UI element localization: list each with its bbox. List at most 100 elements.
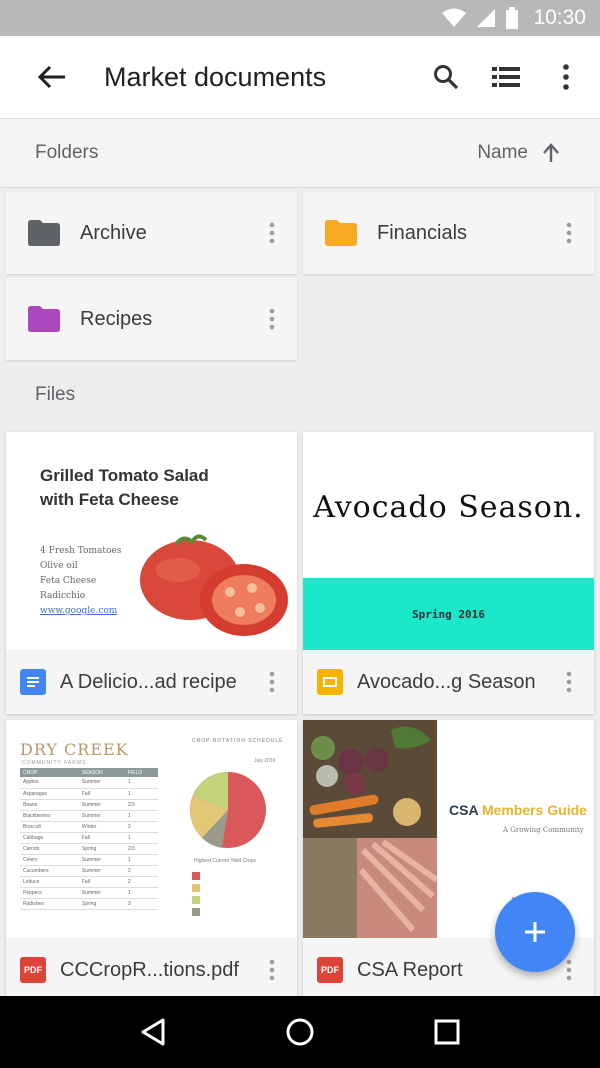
crop-table-cell: Spring	[78, 898, 125, 910]
crop-table-cell: 3	[124, 898, 158, 910]
crop-table-row: Asparagus Fall 1	[20, 788, 158, 800]
folder-more-button[interactable]	[257, 299, 287, 339]
file-more-button[interactable]	[554, 662, 584, 702]
file-thumbnail: Avocado Season. Spring 2016	[303, 432, 594, 650]
folder-icon	[28, 220, 60, 246]
add-fab[interactable]	[495, 892, 575, 972]
add-icon	[525, 922, 545, 942]
file-more-button[interactable]	[257, 950, 287, 990]
folder-name: Archive	[80, 221, 147, 244]
crop-table-row: Lettuce Fall 2	[20, 876, 158, 888]
tomato-illustration	[140, 534, 288, 636]
search-button[interactable]	[424, 55, 468, 99]
app-bar: Market documents	[0, 36, 600, 118]
crop-table-cell: Fall	[78, 876, 125, 888]
crop-table-row: Broccoli Winter 3	[20, 821, 158, 833]
crop-table-header: CROP	[20, 768, 79, 777]
crop-table-cell: Summer	[78, 799, 125, 811]
crop-table-cell: Summer	[78, 887, 125, 899]
file-meta: Avocado...g Season	[303, 650, 594, 714]
file-card-recipe[interactable]: Grilled Tomato Salad with Feta Cheese 4 …	[6, 432, 297, 714]
crop-pie-chart	[190, 772, 266, 848]
folders-section-label: Folders	[35, 142, 99, 163]
back-button[interactable]	[32, 57, 72, 97]
crop-table-row: Beans Summer 2/3	[20, 799, 158, 811]
battery-icon	[506, 7, 519, 29]
search-icon	[434, 65, 459, 90]
file-meta: A Delicio...ad recipe	[6, 650, 297, 714]
crop-table-cell: Summer	[78, 865, 125, 877]
crop-table-header: SEASON	[78, 768, 125, 777]
crop-pie-legend	[192, 870, 200, 918]
file-card-crop-rotations[interactable]: DRY CREEK COMMUNITY FARMS CROP SEASON FI…	[6, 720, 297, 996]
legend-item	[192, 882, 200, 894]
crop-table-row: Celery Summer 1	[20, 854, 158, 866]
nav-home-icon	[286, 1018, 314, 1046]
crop-table-cell: Fall	[78, 788, 125, 800]
pdf-icon: PDF	[317, 957, 343, 983]
crop-table-cell: Spring	[78, 843, 125, 855]
sort-label: Name	[477, 142, 528, 163]
nav-recents-button[interactable]	[417, 1002, 477, 1062]
vegetables-photo	[303, 720, 437, 938]
ingredient-line: Feta Cheese	[40, 576, 97, 586]
crop-table-row: Peppers Summer 1	[20, 887, 158, 899]
folder-name: Financials	[377, 221, 468, 244]
thumbnail-subtitle: A Growing Community	[503, 826, 584, 834]
files-section-label: Files	[35, 384, 76, 405]
title-part: CSA	[449, 802, 482, 818]
crop-table-cell: Broccoli	[20, 821, 79, 833]
crop-table-cell: 1	[124, 788, 158, 800]
folder-name: Recipes	[80, 307, 153, 330]
crop-table-cell: 2	[124, 876, 158, 888]
file-more-button[interactable]	[257, 662, 287, 702]
file-thumbnail: Grilled Tomato Salad with Feta Cheese 4 …	[6, 432, 297, 650]
folder-item-archive[interactable]: Archive	[6, 192, 297, 274]
crop-table-cell: Cabbage	[20, 832, 79, 844]
crop-table-cell: 1	[124, 810, 158, 822]
list-view-button[interactable]	[484, 55, 528, 99]
list-view-icon	[492, 67, 520, 87]
nav-back-button[interactable]	[123, 1002, 183, 1062]
folder-icon	[325, 220, 357, 246]
crop-chart-date: July 2016	[254, 758, 276, 764]
title-part-highlight: Members Guide	[481, 802, 587, 818]
legend-item	[192, 906, 200, 918]
crop-table-row: Radishes Spring 3	[20, 898, 158, 910]
folder-more-button[interactable]	[554, 213, 584, 253]
file-browser: Archive Financials Recipes Files Grilled…	[0, 188, 600, 996]
crop-table-cell: Beans	[20, 799, 79, 811]
wifi-icon	[442, 8, 467, 27]
pdf-icon: PDF	[20, 957, 46, 983]
crop-table-cell: Summer	[78, 854, 125, 866]
more-vert-icon	[269, 671, 275, 693]
more-vert-icon	[566, 671, 572, 693]
ingredient-line: Radicchio	[40, 591, 86, 601]
arrow-back-icon	[37, 65, 65, 89]
more-vert-icon	[269, 308, 275, 330]
crop-table-cell: 3	[124, 821, 158, 833]
more-options-button[interactable]	[544, 55, 588, 99]
folder-item-recipes[interactable]: Recipes	[6, 278, 297, 360]
sort-by-name-button[interactable]: Name	[477, 142, 560, 164]
crop-table-cell: 2/3	[124, 843, 158, 855]
crop-table-row: Cabbage Fall 1	[20, 832, 158, 844]
crop-pie-subheading: Highest Current Yield Crops	[194, 858, 256, 864]
crop-table-cell: Cucumbers	[20, 865, 79, 877]
crop-table-cell: 1	[124, 854, 158, 866]
ingredient-line: Olive oil	[40, 561, 78, 571]
crop-table-row: Carrots Spring 2/3	[20, 843, 158, 855]
legend-item	[192, 870, 200, 882]
nav-home-button[interactable]	[270, 1002, 330, 1062]
more-vert-icon	[269, 222, 275, 244]
file-name: A Delicio...ad recipe	[60, 670, 237, 693]
crop-table-cell: Radishes	[20, 898, 79, 910]
crop-table-cell: Summer	[78, 810, 125, 822]
folder-item-financials[interactable]: Financials	[303, 192, 594, 274]
ingredient-link: www.google.com	[40, 606, 118, 616]
file-meta: PDF CCCropR...tions.pdf	[6, 938, 297, 996]
legend-item	[192, 894, 200, 906]
folder-more-button[interactable]	[257, 213, 287, 253]
signal-icon	[477, 9, 496, 27]
file-card-avocado[interactable]: Avocado Season. Spring 2016 Avocado...g …	[303, 432, 594, 714]
